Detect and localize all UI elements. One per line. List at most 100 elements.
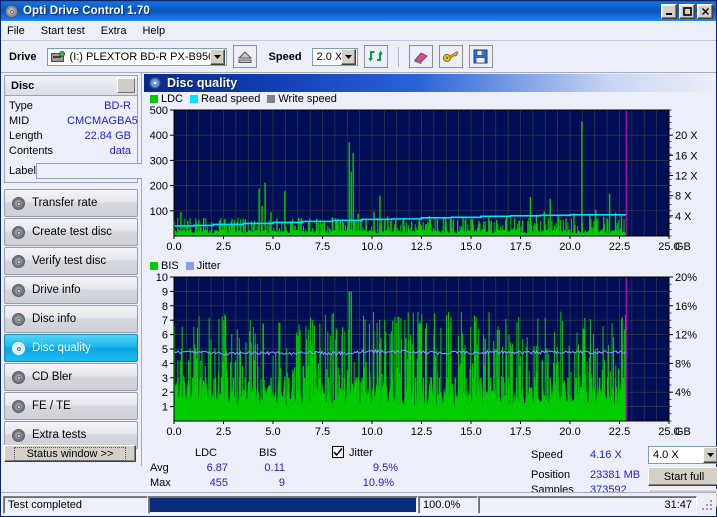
menu-file[interactable]: File xyxy=(7,25,25,37)
progress-bar-fill xyxy=(150,498,416,512)
svg-text:2.5: 2.5 xyxy=(216,426,231,438)
sidebar-item-cd-bler[interactable]: CD Bler xyxy=(4,363,138,391)
readout-speed-label: Speed xyxy=(531,449,563,461)
disc-icon xyxy=(11,312,26,327)
disc-label-row: Label xyxy=(9,161,133,180)
drive-icon xyxy=(50,50,66,64)
disc-icon xyxy=(11,225,26,240)
sidebar-item-disc-info[interactable]: Disc info xyxy=(4,305,138,333)
stats-row-avg-label: Avg xyxy=(150,462,169,474)
svg-text:1: 1 xyxy=(162,402,168,414)
window-controls xyxy=(661,4,714,19)
sidebar-item-transfer-rate[interactable]: Transfer rate xyxy=(4,189,138,217)
chevron-down-icon[interactable] xyxy=(210,49,225,65)
sidebar-item-disc-quality[interactable]: Disc quality xyxy=(4,334,138,362)
svg-text:0.0: 0.0 xyxy=(166,241,181,253)
menu-start-test[interactable]: Start test xyxy=(41,25,85,37)
svg-text:10: 10 xyxy=(156,273,168,284)
erase-button[interactable] xyxy=(409,45,433,68)
disc-info-toggle[interactable] xyxy=(117,78,135,93)
disc-icon xyxy=(11,196,26,211)
stats-col-bis: BIS xyxy=(259,447,277,459)
minimize-button[interactable] xyxy=(661,4,677,19)
close-button[interactable] xyxy=(697,4,713,19)
svg-text:7.5: 7.5 xyxy=(315,241,330,253)
legend-ldc: LDC xyxy=(150,93,183,105)
maximize-button[interactable] xyxy=(679,4,695,19)
svg-text:7: 7 xyxy=(162,315,168,327)
sidebar-item-label: Disc info xyxy=(32,313,76,325)
left-panel: Disc Type BD-R MID CMCMAGBA5 Length 22.8… xyxy=(1,73,142,466)
refresh-button[interactable] xyxy=(364,45,388,68)
svg-text:5.0: 5.0 xyxy=(265,241,280,253)
bis-chart: 123456789104%8%12%16%20%0.02.55.07.510.0… xyxy=(142,273,716,444)
svg-text:15.0: 15.0 xyxy=(460,426,481,438)
content-panel: Disc quality LDC Read speed Write speed … xyxy=(142,73,716,466)
svg-text:2: 2 xyxy=(162,387,168,399)
drive-select[interactable]: (I:) PLEXTOR BD-R PX-B950SA 1.04 xyxy=(47,48,227,66)
svg-text:300: 300 xyxy=(150,155,168,167)
start-full-button[interactable]: Start full xyxy=(648,467,717,486)
page-title: Disc quality xyxy=(167,76,237,90)
svg-text:16%: 16% xyxy=(675,301,697,313)
page-header: Disc quality xyxy=(144,74,714,92)
window-title: Opti Drive Control 1.70 xyxy=(23,5,150,17)
legend-jitter: Jitter xyxy=(186,260,221,272)
svg-text:22.5: 22.5 xyxy=(609,241,630,253)
svg-text:9: 9 xyxy=(162,286,168,298)
sidebar-item-verify-test-disc[interactable]: Verify test disc xyxy=(4,247,138,275)
progress-bar xyxy=(148,496,418,514)
sidebar-item-drive-info[interactable]: Drive info xyxy=(4,276,138,304)
svg-text:17.5: 17.5 xyxy=(510,241,531,253)
stats-max-jitter: 10.9% xyxy=(328,477,394,489)
elapsed-time: 31:47 xyxy=(478,496,697,514)
sidebar-item-label: Verify test disc xyxy=(32,255,106,267)
sidebar-item-label: FE / TE xyxy=(32,400,71,412)
svg-text:20.0: 20.0 xyxy=(559,241,580,253)
stats-col-ldc: LDC xyxy=(195,447,217,459)
disc-icon xyxy=(11,341,26,356)
sidebar-item-label: Disc quality xyxy=(32,342,91,354)
sidebar-item-fe-te[interactable]: FE / TE xyxy=(4,392,138,420)
test-speed-select[interactable]: 4.0 X xyxy=(648,446,717,464)
svg-text:5.0: 5.0 xyxy=(265,426,280,438)
disc-type-value: BD-R xyxy=(67,99,133,114)
menu-extra[interactable]: Extra xyxy=(101,25,127,37)
svg-text:15.0: 15.0 xyxy=(460,241,481,253)
svg-text:12%: 12% xyxy=(675,330,697,342)
svg-text:12.5: 12.5 xyxy=(411,426,432,438)
status-window-button[interactable]: Status window >> xyxy=(4,445,136,462)
svg-text:20 X: 20 X xyxy=(675,130,698,142)
resize-grip-icon[interactable] xyxy=(700,498,714,512)
svg-text:GB: GB xyxy=(675,241,691,253)
disc-row-mid: MID CMCMAGBA5 xyxy=(9,114,133,129)
jitter-checkbox[interactable] xyxy=(332,446,344,458)
svg-text:7.5: 7.5 xyxy=(315,426,330,438)
svg-text:500: 500 xyxy=(150,106,168,117)
speed-label: Speed xyxy=(269,51,302,63)
toolbar-separator xyxy=(398,47,399,67)
test-speed-value: 4.0 X xyxy=(649,449,703,461)
menu-help[interactable]: Help xyxy=(142,25,165,37)
svg-text:10.0: 10.0 xyxy=(361,241,382,253)
disc-row-length: Length 22.84 GB xyxy=(9,129,133,144)
disc-contents-label: Contents xyxy=(9,144,67,159)
stats-max-ldc: 455 xyxy=(186,477,228,489)
chevron-down-icon[interactable] xyxy=(341,49,356,65)
eject-button[interactable] xyxy=(233,45,257,68)
drive-label: Drive xyxy=(9,51,37,63)
svg-text:5: 5 xyxy=(162,344,168,356)
svg-text:4: 4 xyxy=(162,358,168,370)
svg-text:20%: 20% xyxy=(675,273,697,284)
sidebar-item-create-test-disc[interactable]: Create test disc xyxy=(4,218,138,246)
speed-select[interactable]: 2.0 X xyxy=(312,48,358,66)
svg-text:20.0: 20.0 xyxy=(559,426,580,438)
disc-mid-value: CMCMAGBA5 xyxy=(67,114,140,129)
key-button[interactable] xyxy=(439,45,463,68)
sidebar-item-label: CD Bler xyxy=(32,371,72,383)
chevron-down-icon[interactable] xyxy=(703,447,717,463)
svg-text:2.5: 2.5 xyxy=(216,241,231,253)
save-button[interactable] xyxy=(469,45,493,68)
svg-text:8%: 8% xyxy=(675,358,691,370)
speed-select-value: 2.0 X xyxy=(313,51,341,63)
